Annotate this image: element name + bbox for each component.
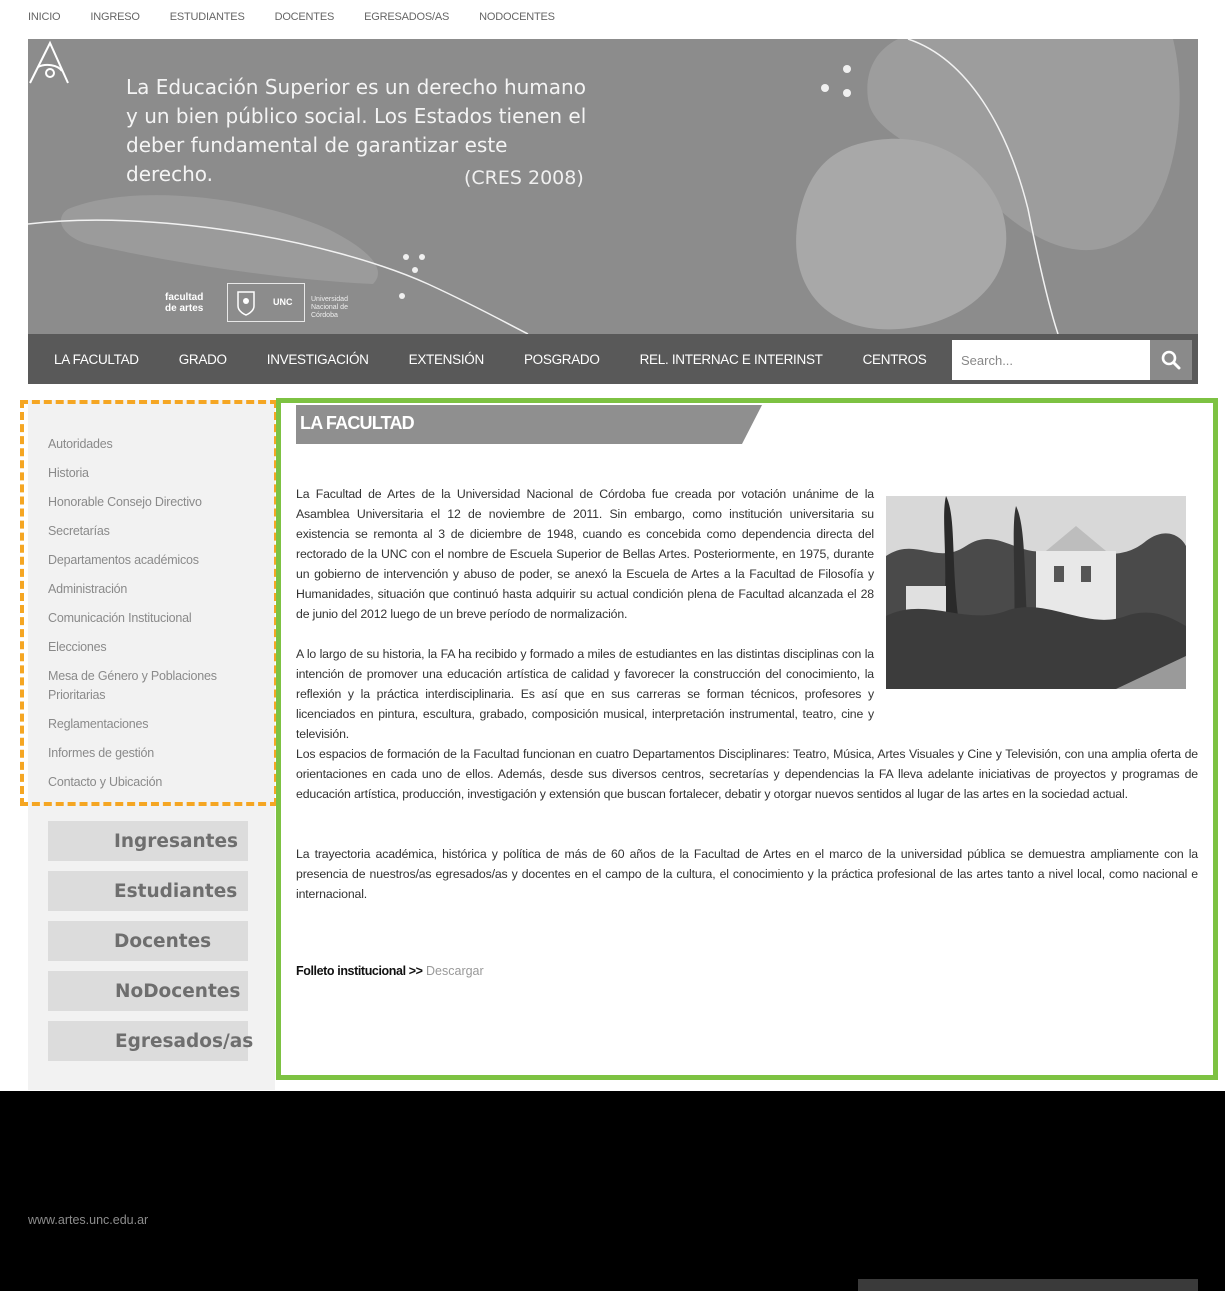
main-nav-grado[interactable]: GRADO xyxy=(179,352,227,367)
sidebar-item-elecciones[interactable]: Elecciones xyxy=(48,638,258,657)
main-nav-extension[interactable]: EXTENSIÓN xyxy=(409,352,485,367)
facultad-artes-logo-text: facultad de artes xyxy=(165,292,204,314)
folleto-label: Folleto institucional >> xyxy=(296,964,423,978)
search-input[interactable] xyxy=(952,340,1150,380)
sidebar-item-informes[interactable]: Informes de gestión xyxy=(48,744,258,763)
main-nav: LA FACULTAD GRADO INVESTIGACIÓN EXTENSIÓ… xyxy=(28,334,1198,384)
content-paragraph: A lo largo de su historia, la FA ha reci… xyxy=(296,644,874,744)
footer-url: www.artes.unc.edu.ar xyxy=(28,1213,149,1227)
header-banner: La Educación Superior es un derecho huma… xyxy=(28,39,1198,334)
sidebar-menu: Autoridades Historia Honorable Consejo D… xyxy=(48,435,258,802)
top-nav-nodocentes[interactable]: NODOCENTES xyxy=(479,11,555,27)
sidebar-item-reglamentaciones[interactable]: Reglamentaciones xyxy=(48,715,258,734)
nodocentes-button[interactable]: NoDocentes xyxy=(48,971,248,1011)
search-button[interactable] xyxy=(1150,340,1192,380)
top-nav-ingreso[interactable]: INGRESO xyxy=(90,11,140,27)
footer xyxy=(0,1091,1225,1291)
unc-logo xyxy=(227,283,305,322)
estudiantes-button[interactable]: Estudiantes xyxy=(48,871,248,911)
banner-citation: (CRES 2008) xyxy=(464,167,584,189)
search-icon xyxy=(1161,350,1181,370)
sidebar-item-autoridades[interactable]: Autoridades xyxy=(48,435,258,454)
sidebar-item-mesa-genero[interactable]: Mesa de Género y Poblaciones Prioritaria… xyxy=(48,667,258,705)
top-nav-estudiantes[interactable]: ESTUDIANTES xyxy=(170,11,245,27)
sidebar-item-departamentos[interactable]: Departamentos académicos xyxy=(48,551,258,570)
main-nav-rel-internac[interactable]: REL. INTERNAC E INTERINST xyxy=(640,352,823,367)
top-nav-docentes[interactable]: DOCENTES xyxy=(275,11,335,27)
content-paragraph: Los espacios de formación de la Facultad… xyxy=(296,747,1198,801)
ingresantes-button[interactable]: Ingresantes xyxy=(48,821,248,861)
unc-logo-text: UNC xyxy=(273,297,293,307)
folleto-row: Folleto institucional >> Descargar xyxy=(296,964,484,978)
sidebar-item-consejo-directivo[interactable]: Honorable Consejo Directivo xyxy=(48,493,258,512)
unc-logo-subtext: Universidad Nacional de Córdoba xyxy=(311,296,348,319)
content-paragraph-text: A lo largo de su historia, la FA ha reci… xyxy=(296,647,874,741)
sidebar-item-administracion[interactable]: Administración xyxy=(48,580,258,599)
sidebar-item-contacto[interactable]: Contacto y Ubicación xyxy=(48,773,258,792)
main-nav-investigacion[interactable]: INVESTIGACIÓN xyxy=(267,352,369,367)
content-paragraph: La Facultad de Artes de la Universidad N… xyxy=(296,487,874,621)
top-nav-egresados[interactable]: EGRESADOS/AS xyxy=(364,11,449,27)
docentes-button[interactable]: Docentes xyxy=(48,921,248,961)
egresados-button[interactable]: Egresados/as xyxy=(48,1021,253,1061)
content-paragraph: La trayectoria académica, histórica y po… xyxy=(296,847,1198,901)
sidebar-item-comunicacion[interactable]: Comunicación Institucional xyxy=(48,609,258,628)
top-nav: INICIO INGRESO ESTUDIANTES DOCENTES EGRE… xyxy=(28,11,585,27)
top-nav-inicio[interactable]: INICIO xyxy=(28,11,61,27)
folleto-download-link[interactable]: Descargar xyxy=(426,964,484,978)
page-title: LA FACULTAD xyxy=(300,413,415,433)
unc-shield-icon xyxy=(237,291,255,316)
footer-bar xyxy=(858,1279,1198,1291)
main-nav-posgrado[interactable]: POSGRADO xyxy=(524,352,600,367)
main-nav-la-facultad[interactable]: LA FACULTAD xyxy=(54,352,139,367)
facultad-building-photo xyxy=(886,496,1186,689)
sidebar-item-historia[interactable]: Historia xyxy=(48,464,258,483)
facultad-artes-logo-icon xyxy=(29,40,69,84)
sidebar-item-secretarias[interactable]: Secretarías xyxy=(48,522,258,541)
main-nav-centros[interactable]: CENTROS xyxy=(863,352,927,367)
